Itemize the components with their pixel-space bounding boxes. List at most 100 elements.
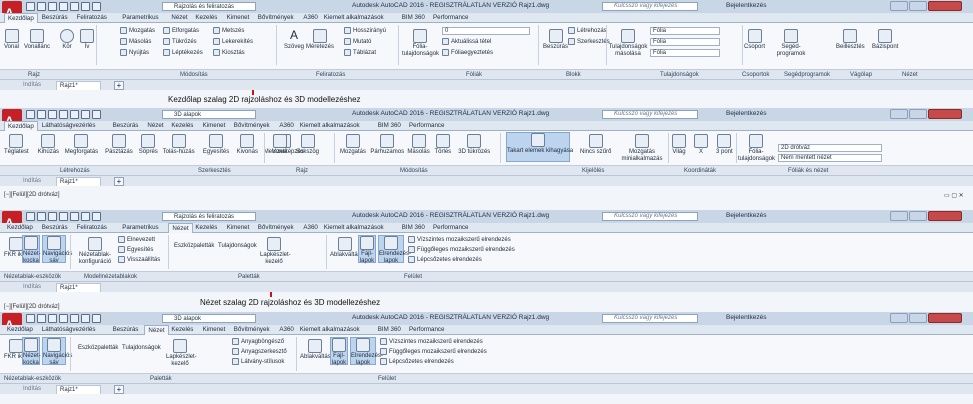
paste-button[interactable]: Beillesztés: [836, 29, 865, 51]
cascade-button[interactable]: Lépcsőzetes elrendezés: [380, 358, 454, 366]
file-tab-drawing[interactable]: Rajz1*: [56, 81, 101, 90]
new-tab-button[interactable]: +: [114, 177, 124, 186]
open-icon[interactable]: [37, 110, 46, 119]
cascade-button[interactable]: Lépcsőzetes elrendezés: [408, 256, 482, 264]
table-button[interactable]: Táblázat: [344, 49, 376, 57]
move-button[interactable]: Mozgatás: [120, 27, 155, 35]
modify-button-1[interactable]: Párhuzamos: [370, 134, 404, 156]
close-button[interactable]: [928, 1, 962, 11]
tab-0[interactable]: Kezdőlap: [4, 13, 38, 23]
workspace-selector[interactable]: 3D alapok: [162, 110, 256, 119]
tab-6[interactable]: Kimenet: [224, 13, 253, 23]
maximize-button[interactable]: [909, 211, 927, 221]
create-button-5[interactable]: Tolás-húzás: [163, 134, 195, 156]
circle-button[interactable]: Kör: [60, 29, 74, 51]
create-button-3[interactable]: Pásztázás: [105, 134, 133, 156]
create-button-6[interactable]: Egyesítés: [203, 134, 229, 156]
tab-9[interactable]: BIM 360: [375, 325, 404, 335]
tab-8[interactable]: A360: [300, 13, 320, 23]
file-tabs-button[interactable]: Fájl-lapok: [330, 337, 348, 366]
file-tab-start[interactable]: Indítás: [20, 81, 44, 90]
named-view-combo[interactable]: Nem mentett nézet: [778, 154, 882, 162]
tile-vertical-button[interactable]: Függőleges mozaikszerű elrendezés: [380, 348, 487, 356]
tab-11[interactable]: Performance: [430, 13, 471, 23]
tab-8[interactable]: Kiemelt alkalmazások: [297, 325, 363, 335]
new-tab-button[interactable]: +: [114, 385, 124, 394]
tab-5[interactable]: Kezelés: [192, 13, 220, 23]
workspace-selector[interactable]: Rajzolás és feliratozás: [162, 212, 256, 221]
line-button[interactable]: Vonal: [272, 134, 287, 156]
tab-1[interactable]: Beszúrás: [39, 223, 71, 233]
leader-button[interactable]: Mutató: [344, 38, 371, 46]
tab-10[interactable]: BIM 360: [399, 223, 428, 233]
tab-5[interactable]: Kimenet: [200, 325, 229, 335]
close-button[interactable]: [928, 109, 962, 119]
stretch-button[interactable]: Nyújtás: [120, 49, 149, 57]
match-layer-button[interactable]: Fóliaegyeztetés: [442, 49, 493, 57]
plot-icon[interactable]: [70, 314, 79, 323]
restore-viewports-button[interactable]: Visszaállítás: [118, 256, 160, 264]
tab-9[interactable]: Kiemelt alkalmazások: [321, 223, 387, 233]
maximize-button[interactable]: [909, 1, 927, 11]
tab-7[interactable]: Bővítmények: [255, 13, 297, 23]
plot-icon[interactable]: [70, 2, 79, 11]
tab-1[interactable]: Láthatóságvezérlés: [39, 325, 99, 335]
tab-5[interactable]: Kimenet: [200, 121, 229, 131]
match-properties-button[interactable]: Tulajdonságok másolása: [608, 29, 648, 58]
text-button[interactable]: A Szöveg: [284, 29, 304, 51]
create-button-7[interactable]: Kivonás: [237, 134, 258, 156]
tab-4[interactable]: Kezelés: [168, 121, 196, 131]
create-button-2[interactable]: Megforgatás: [65, 134, 98, 156]
tab-6[interactable]: Kimenet: [224, 223, 253, 233]
base-view-button[interactable]: Bázispont: [872, 29, 898, 51]
tab-10[interactable]: Performance: [406, 121, 447, 131]
tile-horizontal-button[interactable]: Vízszintes mozaikszerű elrendezés: [408, 236, 511, 244]
tab-11[interactable]: Performance: [430, 223, 471, 233]
close-button[interactable]: [928, 211, 962, 221]
workspace-selector[interactable]: 3D alapok: [162, 314, 256, 323]
layer-combo[interactable]: 0: [442, 27, 530, 35]
viewcube-button[interactable]: Nézet-kocka: [22, 337, 41, 366]
save-as-icon[interactable]: [59, 314, 68, 323]
tab-9[interactable]: Kiemelt alkalmazások: [321, 13, 387, 23]
polygon-button[interactable]: Sokszög: [296, 134, 319, 156]
open-icon[interactable]: [37, 212, 46, 221]
tab-2[interactable]: Feliratozás: [74, 223, 110, 233]
new-icon[interactable]: [26, 110, 35, 119]
lineweight-combo[interactable]: Fólia: [650, 49, 720, 57]
tab-3[interactable]: Nézet: [144, 325, 169, 335]
viewport-controls[interactable]: ▭ ▢ ✕: [944, 192, 964, 199]
viewport-label[interactable]: [−][Felül][2D drótváz]: [4, 304, 60, 310]
copy-button[interactable]: Másolás: [120, 38, 151, 46]
file-tab-drawing[interactable]: Rajz1*: [56, 283, 101, 292]
modify-button-2[interactable]: Másolás: [407, 134, 430, 156]
redo-icon[interactable]: [92, 212, 101, 221]
ucs-3point-button[interactable]: 3 pont: [716, 134, 733, 156]
tool-palettes-button[interactable]: Eszközpaletták: [78, 345, 118, 352]
modify-button-4[interactable]: 3D tükrözés: [458, 134, 490, 156]
tab-4[interactable]: Nézet: [168, 13, 190, 23]
named-viewports-button[interactable]: Elnevezett: [118, 236, 155, 244]
undo-icon[interactable]: [81, 212, 90, 221]
layout-tabs-button[interactable]: Elrendezés-lapok: [378, 235, 411, 264]
tool-palettes-button[interactable]: Eszközpaletták: [174, 243, 214, 250]
file-tab-start[interactable]: Indítás: [20, 283, 44, 292]
visual-styles-button[interactable]: Látvány-stílusok: [232, 358, 284, 366]
sheetset-manager-button[interactable]: Lapkészlet-kezelő: [260, 237, 291, 266]
tab-3[interactable]: Parametrikus: [119, 13, 161, 23]
properties-palette-button[interactable]: Tulajdonságok: [122, 345, 161, 352]
new-icon[interactable]: [26, 2, 35, 11]
edit-block-button[interactable]: Szerkesztés: [568, 38, 610, 46]
viewcube-button[interactable]: Nézet-kocka: [22, 235, 41, 264]
close-button[interactable]: [928, 313, 962, 323]
file-tab-start[interactable]: Indítás: [20, 385, 44, 394]
layer-properties-button[interactable]: Fólia-tulajdonságok: [738, 134, 775, 163]
properties-palette-button[interactable]: Tulajdonságok: [218, 243, 257, 250]
create-button-1[interactable]: Kihúzás: [38, 134, 59, 156]
arc-button[interactable]: Ív: [80, 29, 94, 51]
minimize-button[interactable]: [890, 109, 908, 119]
search-input[interactable]: Kulcsszó vagy kifejezés: [602, 2, 698, 11]
tab-0[interactable]: Kezdőlap: [4, 325, 36, 335]
rotate-button[interactable]: Elforgatás: [163, 27, 199, 35]
switch-windows-button[interactable]: Ablakváltás: [300, 339, 331, 361]
